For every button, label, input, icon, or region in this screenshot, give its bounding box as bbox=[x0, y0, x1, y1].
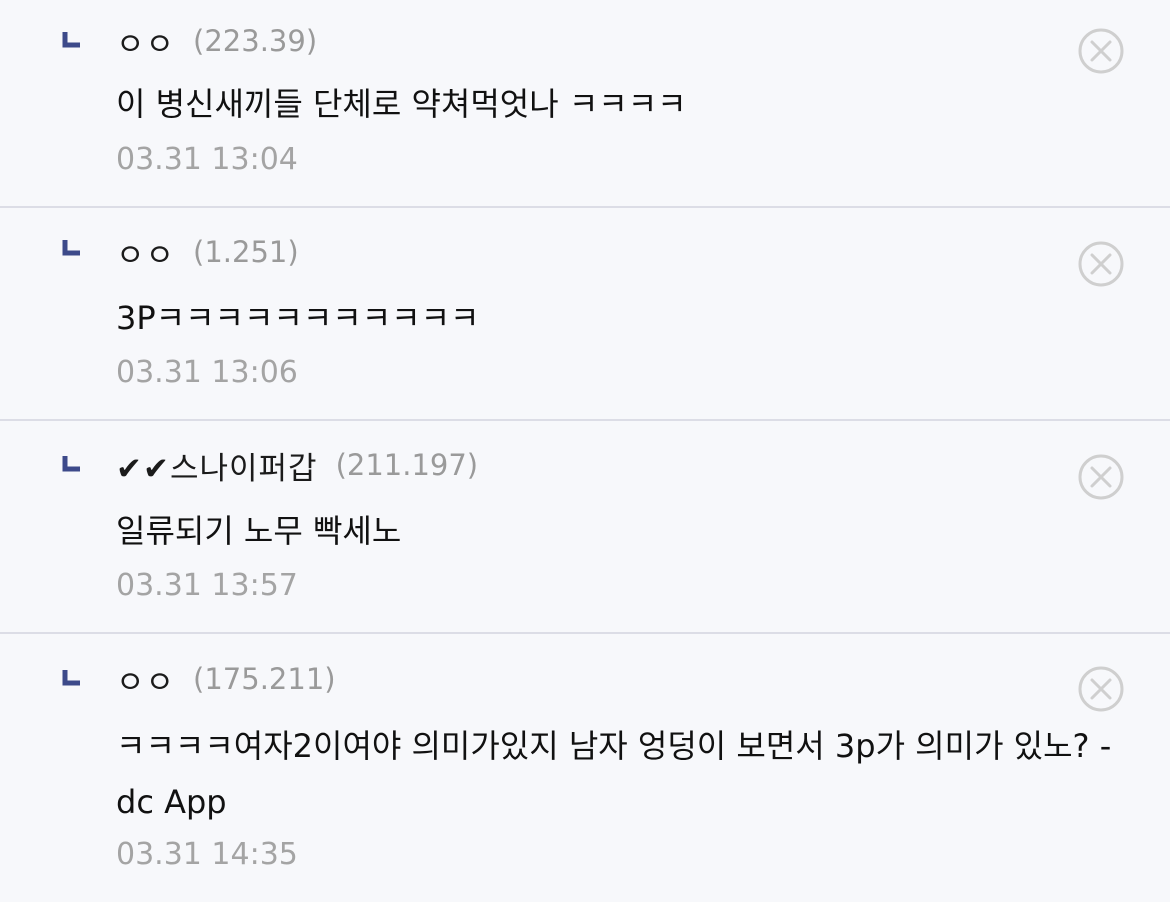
reply-timestamp: 03.31 13:04 bbox=[116, 142, 298, 177]
reply-item: ㅇㅇ (175.211) ㅋㅋㅋㅋ여자2이여야 의미가있지 남자 엉덩이 보면서… bbox=[0, 634, 1170, 902]
reply-nickname[interactable]: ✔✔스나이퍼갑 bbox=[116, 443, 318, 488]
reply-list: ㅇㅇ (223.39) 이 병신새끼들 단체로 약쳐먹엇나 ㅋㅋㅋㅋ 03.31… bbox=[0, 0, 1170, 902]
close-circle-icon[interactable] bbox=[1077, 240, 1125, 288]
reply-arrow-icon bbox=[62, 238, 82, 258]
reply-nickname[interactable]: ㅇㅇ bbox=[116, 19, 175, 64]
reply-ip: (211.197) bbox=[335, 448, 479, 482]
reply-arrow-icon bbox=[62, 668, 82, 688]
close-circle-icon[interactable] bbox=[1077, 665, 1125, 713]
reply-item: ㅇㅇ (1.251) 3Pㅋㅋㅋㅋㅋㅋㅋㅋㅋㅋㅋ 03.31 13:06 bbox=[0, 208, 1170, 419]
reply-nickname[interactable]: ㅇㅇ bbox=[116, 657, 175, 702]
close-circle-icon[interactable] bbox=[1077, 453, 1125, 501]
reply-text: ㅋㅋㅋㅋ여자2이여야 의미가있지 남자 엉덩이 보면서 3p가 의미가 있노? … bbox=[116, 727, 1112, 821]
reply-ip: (175.211) bbox=[193, 662, 336, 696]
reply-timestamp: 03.31 13:57 bbox=[116, 568, 298, 603]
reply-nickname[interactable]: ㅇㅇ bbox=[116, 230, 175, 275]
reply-ip: (223.39) bbox=[193, 24, 318, 58]
reply-text: 이 병신새끼들 단체로 약쳐먹엇나 ㅋㅋㅋㅋ bbox=[116, 85, 687, 123]
reply-arrow-icon bbox=[62, 454, 82, 474]
reply-text: 3Pㅋㅋㅋㅋㅋㅋㅋㅋㅋㅋㅋ bbox=[116, 299, 480, 337]
reply-timestamp: 03.31 13:06 bbox=[116, 355, 298, 390]
reply-item: ㅇㅇ (223.39) 이 병신새끼들 단체로 약쳐먹엇나 ㅋㅋㅋㅋ 03.31… bbox=[0, 0, 1170, 206]
reply-ip: (1.251) bbox=[193, 235, 299, 269]
reply-timestamp: 03.31 14:35 bbox=[116, 837, 298, 872]
reply-text: 일류되기 노무 빡세노 bbox=[116, 512, 402, 550]
reply-arrow-icon bbox=[62, 30, 82, 50]
close-circle-icon[interactable] bbox=[1077, 27, 1125, 75]
reply-item: ✔✔스나이퍼갑 (211.197) 일류되기 노무 빡세노 03.31 13:5… bbox=[0, 421, 1170, 632]
